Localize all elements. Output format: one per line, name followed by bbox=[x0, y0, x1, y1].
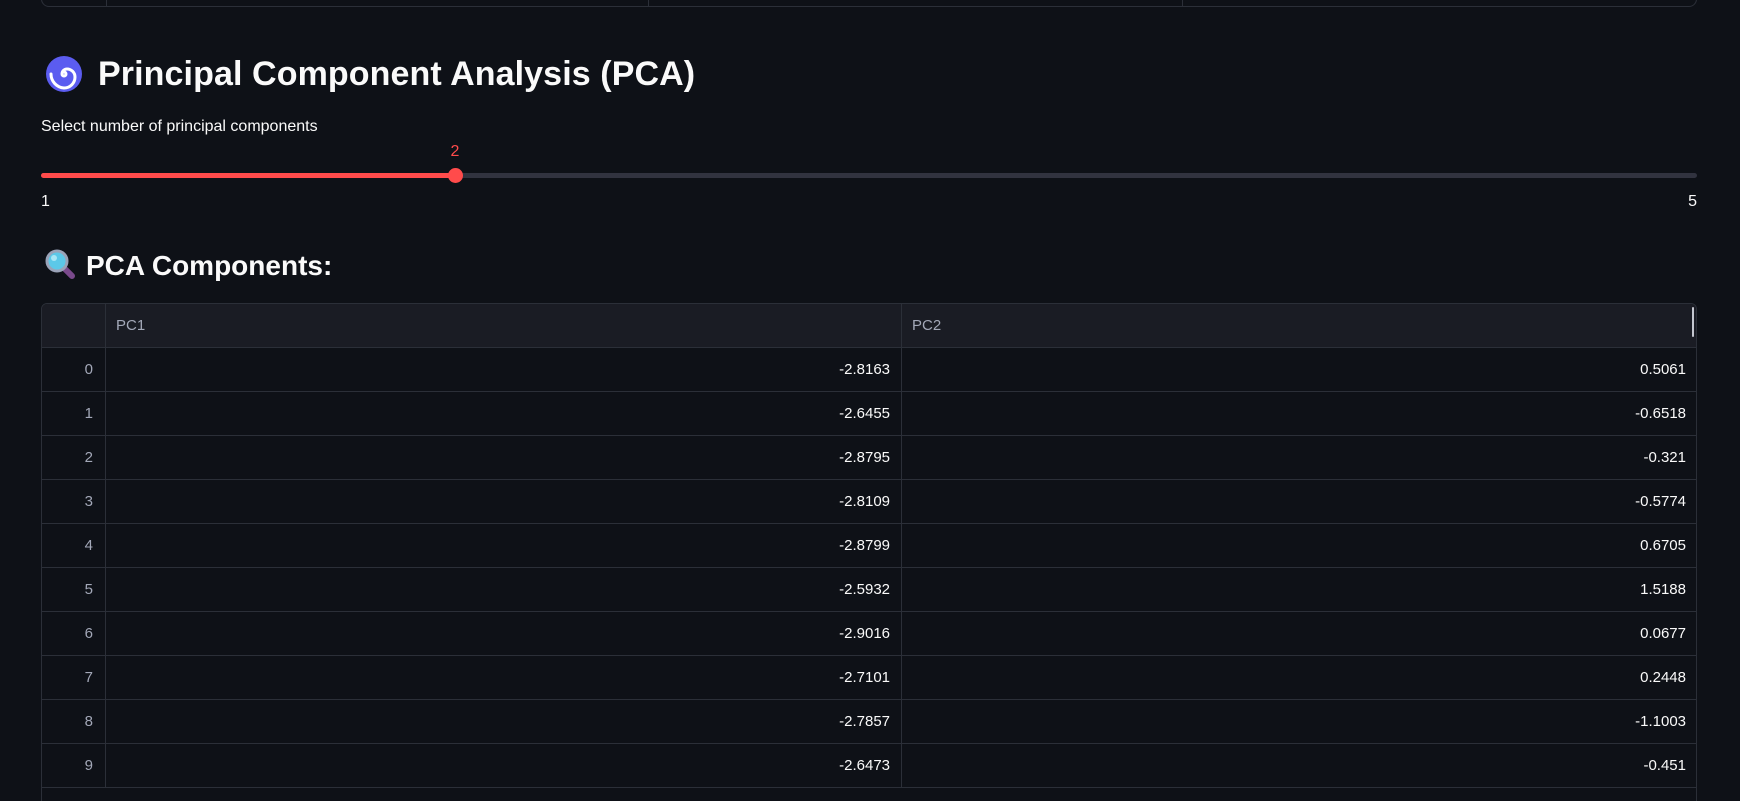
column-header-pc2-label: PC2 bbox=[912, 317, 942, 334]
table-header-row: PC1 PC2 bbox=[42, 304, 1696, 348]
column-header-pc2[interactable]: PC2 bbox=[902, 304, 1696, 347]
cell-pc1[interactable]: -2.6473 bbox=[106, 744, 902, 787]
table-row[interactable]: 4 -2.8799 0.6705 bbox=[42, 524, 1696, 568]
row-index[interactable]: 8 bbox=[42, 700, 106, 743]
slider-label: Select number of principal components bbox=[41, 118, 318, 135]
components-slider[interactable]: 2 bbox=[41, 143, 1697, 183]
table-row[interactable]: 2 -2.8795 -0.321 bbox=[42, 436, 1696, 480]
table-row[interactable]: 7 -2.7101 0.2448 bbox=[42, 656, 1696, 700]
cell-pc2[interactable]: 0.5061 bbox=[902, 348, 1696, 391]
column-resize-handle[interactable] bbox=[1692, 307, 1694, 337]
magnifying-glass-icon bbox=[44, 248, 76, 285]
table-row[interactable]: 1 -2.6455 -0.6518 bbox=[42, 392, 1696, 436]
row-index[interactable]: 2 bbox=[42, 436, 106, 479]
slider-thumb[interactable] bbox=[448, 168, 463, 183]
table-row[interactable]: 6 -2.9016 0.0677 bbox=[42, 612, 1696, 656]
cell-pc2[interactable]: -0.321 bbox=[902, 436, 1696, 479]
cell-pc1[interactable]: -2.9016 bbox=[106, 612, 902, 655]
cell-pc1[interactable]: -2.7857 bbox=[106, 700, 902, 743]
table-row[interactable]: 0 -2.8163 0.5061 bbox=[42, 348, 1696, 392]
cell-pc1[interactable]: -2.7101 bbox=[106, 656, 902, 699]
cell-pc2[interactable]: -1.1003 bbox=[902, 700, 1696, 743]
cell-pc1[interactable]: -2.8799 bbox=[106, 524, 902, 567]
row-index[interactable]: 3 bbox=[42, 480, 106, 523]
row-index[interactable]: 4 bbox=[42, 524, 106, 567]
pca-components-table[interactable]: PC1 PC2 0 -2.8163 0.5061 1 -2.6455 -0.6518 2 -2… bbox=[41, 303, 1697, 801]
cell-pc1[interactable]: -2.6455 bbox=[106, 392, 902, 435]
slider-max-label: 5 bbox=[1688, 193, 1697, 210]
table-row[interactable]: 3 -2.8109 -0.5774 bbox=[42, 480, 1696, 524]
cell-pc2[interactable]: -0.6518 bbox=[902, 392, 1696, 435]
cell-pc1[interactable]: -2.8795 bbox=[106, 436, 902, 479]
row-index[interactable]: 9 bbox=[42, 744, 106, 787]
slider-min-label: 1 bbox=[41, 193, 50, 210]
table-row[interactable]: 5 -2.5932 1.5188 bbox=[42, 568, 1696, 612]
row-index[interactable]: 1 bbox=[42, 392, 106, 435]
components-heading-text: PCA Components: bbox=[86, 250, 333, 281]
table-row[interactable]: 8 -2.7857 -1.1003 bbox=[42, 700, 1696, 744]
cell-pc2[interactable]: -0.451 bbox=[902, 744, 1696, 787]
previous-table-edge bbox=[41, 0, 1697, 7]
row-index[interactable]: 6 bbox=[42, 612, 106, 655]
table-row[interactable]: 9 -2.6473 -0.451 bbox=[42, 744, 1696, 788]
page-title: Principal Component Analysis (PCA) bbox=[44, 50, 695, 98]
page-title-text: Principal Component Analysis (PCA) bbox=[98, 54, 696, 93]
cell-pc2[interactable]: 1.5188 bbox=[902, 568, 1696, 611]
cyclone-icon bbox=[44, 54, 84, 94]
cell-pc2[interactable]: 0.0677 bbox=[902, 612, 1696, 655]
row-index[interactable]: 7 bbox=[42, 656, 106, 699]
index-header bbox=[42, 304, 106, 347]
components-heading: PCA Components: bbox=[44, 244, 332, 288]
column-header-pc1[interactable]: PC1 bbox=[106, 304, 902, 347]
row-index[interactable]: 5 bbox=[42, 568, 106, 611]
cell-pc1[interactable]: -2.8109 bbox=[106, 480, 902, 523]
slider-fill bbox=[41, 173, 455, 178]
cell-pc1[interactable]: -2.8163 bbox=[106, 348, 902, 391]
cell-pc2[interactable]: 0.2448 bbox=[902, 656, 1696, 699]
cell-pc2[interactable]: -0.5774 bbox=[902, 480, 1696, 523]
app-page: Principal Component Analysis (PCA) Selec… bbox=[0, 0, 1740, 801]
slider-value: 2 bbox=[450, 143, 460, 160]
cell-pc1[interactable]: -2.5932 bbox=[106, 568, 902, 611]
row-index[interactable]: 0 bbox=[42, 348, 106, 391]
cell-pc2[interactable]: 0.6705 bbox=[902, 524, 1696, 567]
